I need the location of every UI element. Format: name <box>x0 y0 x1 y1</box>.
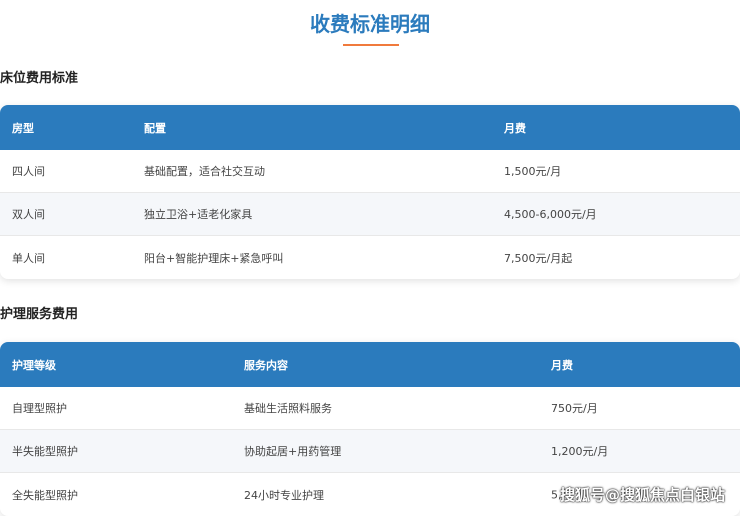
cell: 半失能型照护 <box>12 445 78 458</box>
header-cell: 护理等级 <box>12 358 56 372</box>
cell: 1,200元/月 <box>551 445 609 458</box>
cell: 单人间 <box>12 251 45 265</box>
table-row: 单人间 阳台+智能护理床+紧急呼叫 7,500元/月起 <box>0 236 740 279</box>
bed-fee-table: 房型 配置 月费 四人间 基础配置，适合社交互动 1,500元/月 双人间 独立… <box>0 105 740 279</box>
cell: 双人间 <box>12 208 45 221</box>
table-row: 四人间 基础配置，适合社交互动 1,500元/月 <box>0 150 740 193</box>
table-row: 双人间 独立卫浴+适老化家具 4,500-6,000元/月 <box>0 193 740 236</box>
section-heading-care: 护理服务费用 <box>0 307 79 322</box>
watermark: 搜狐号@搜狐焦点白银站 <box>560 486 726 504</box>
cell: 自理型照护 <box>12 402 67 415</box>
title-underline <box>343 44 399 46</box>
table-header: 护理等级 服务内容 月费 <box>0 342 740 387</box>
header-cell: 服务内容 <box>244 358 288 372</box>
cell: 四人间 <box>12 165 45 178</box>
cell: 阳台+智能护理床+紧急呼叫 <box>144 251 284 265</box>
cell: 协助起居+用药管理 <box>244 445 342 458</box>
header-cell: 配置 <box>144 121 166 135</box>
cell: 独立卫浴+适老化家具 <box>144 208 253 221</box>
header-cell: 月费 <box>551 358 573 372</box>
cell: 基础配置，适合社交互动 <box>144 165 265 178</box>
header-cell: 月费 <box>504 121 526 135</box>
table-row: 半失能型照护 协助起居+用药管理 1,200元/月 <box>0 430 740 473</box>
header-cell: 房型 <box>12 121 34 135</box>
section-heading-bed: 床位费用标准 <box>0 71 79 86</box>
cell: 750元/月 <box>551 402 598 415</box>
cell: 7,500元/月起 <box>504 251 573 265</box>
page-title: 收费标准明细 <box>310 12 430 36</box>
table-header: 房型 配置 月费 <box>0 105 740 150</box>
cell: 基础生活照料服务 <box>244 402 332 415</box>
cell: 全失能型照护 <box>12 488 78 502</box>
cell: 4,500-6,000元/月 <box>504 208 597 221</box>
cell: 1,500元/月 <box>504 165 562 178</box>
cell: 24小时专业护理 <box>244 488 324 502</box>
table-row: 自理型照护 基础生活照料服务 750元/月 <box>0 387 740 430</box>
